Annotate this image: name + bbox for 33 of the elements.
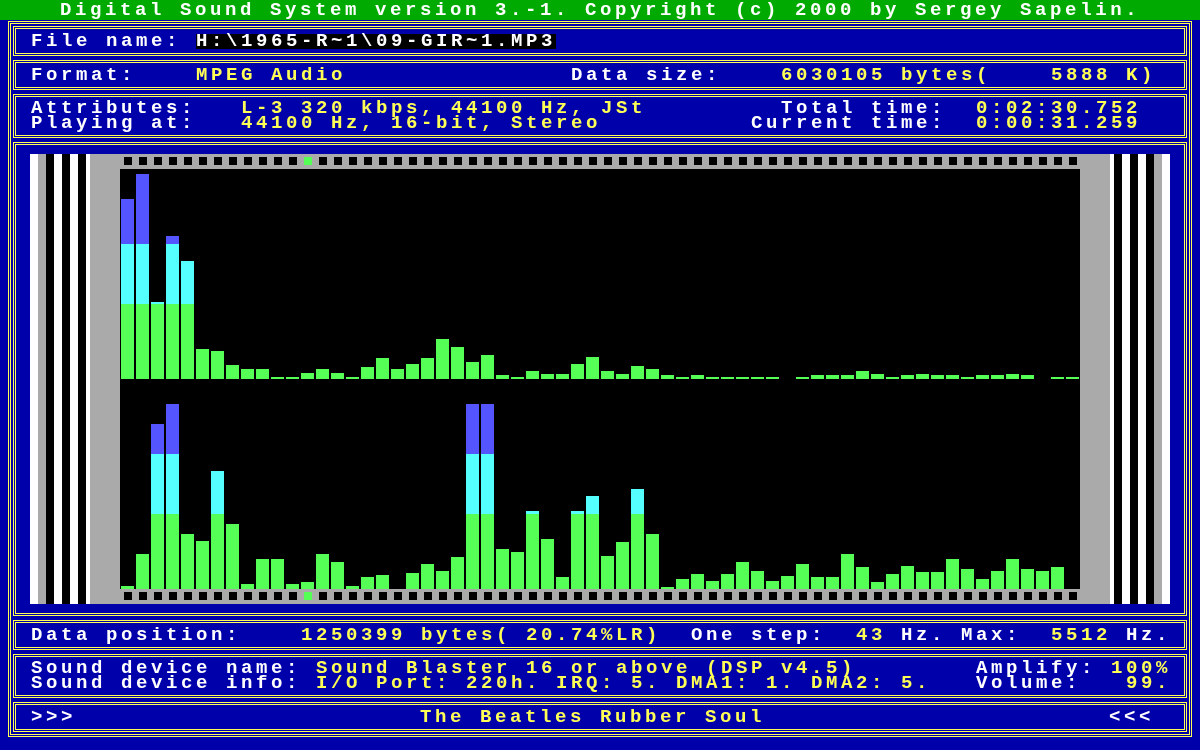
field-value: 6030105 bytes( 5888 K) xyxy=(781,67,1157,83)
unit-label: Hz. xyxy=(901,627,947,643)
field-label: Attributes: xyxy=(31,101,198,116)
field-label: Total time: xyxy=(780,101,946,116)
field-label: Current time: xyxy=(749,116,946,131)
field-value: L-3 320 kbps, 44100 Hz, JSt xyxy=(241,101,648,116)
scroll-marker: >>> xyxy=(31,709,76,725)
field-label: Sound device name: xyxy=(31,661,303,676)
field-label: Data position: xyxy=(31,627,243,643)
field-label: Volume: xyxy=(976,676,1081,691)
field-value: MPEG Audio xyxy=(196,67,348,83)
field-label: File name: xyxy=(31,33,183,49)
field-label: Amplify: xyxy=(976,661,1097,676)
field-value: 5512 xyxy=(1051,627,1112,643)
field-value: 99. xyxy=(1126,676,1171,691)
scroll-marker: <<< xyxy=(1108,709,1154,725)
field-value: 0:02:30.752 xyxy=(976,101,1142,116)
field-label: Playing at: xyxy=(31,116,198,131)
field-value: 44100 Hz, 16-bit, Stereo xyxy=(241,116,602,131)
title-bar: Digital Sound System version 3.-1. Copyright (c) 2000 by Sergey Sapelin. xyxy=(0,0,1200,20)
field-label: Max: xyxy=(961,627,1022,643)
field-value: 43 xyxy=(856,627,887,643)
field-label: Format: xyxy=(31,67,137,83)
field-label: One step: xyxy=(691,627,828,643)
field-value: I/O Port: 220h. IRQ: 5. DMA1: 1. DMA2: 5. xyxy=(316,676,933,691)
unit-label: Hz. xyxy=(1126,627,1171,643)
field-value: Sound Blaster 16 or above (DSP v4.5) xyxy=(316,661,857,676)
song-title: The Beatles Rubber Soul xyxy=(419,709,765,725)
field-label: Data size: xyxy=(571,67,723,83)
field-value: 1250399 bytes( 20.74%LR) xyxy=(301,627,663,643)
field-value: 0:00:31.259 xyxy=(976,116,1142,131)
field-value: 100% xyxy=(1111,661,1171,676)
file-name-value: H:\1965-R~1\09-GIR~1.MP3 xyxy=(196,33,557,49)
